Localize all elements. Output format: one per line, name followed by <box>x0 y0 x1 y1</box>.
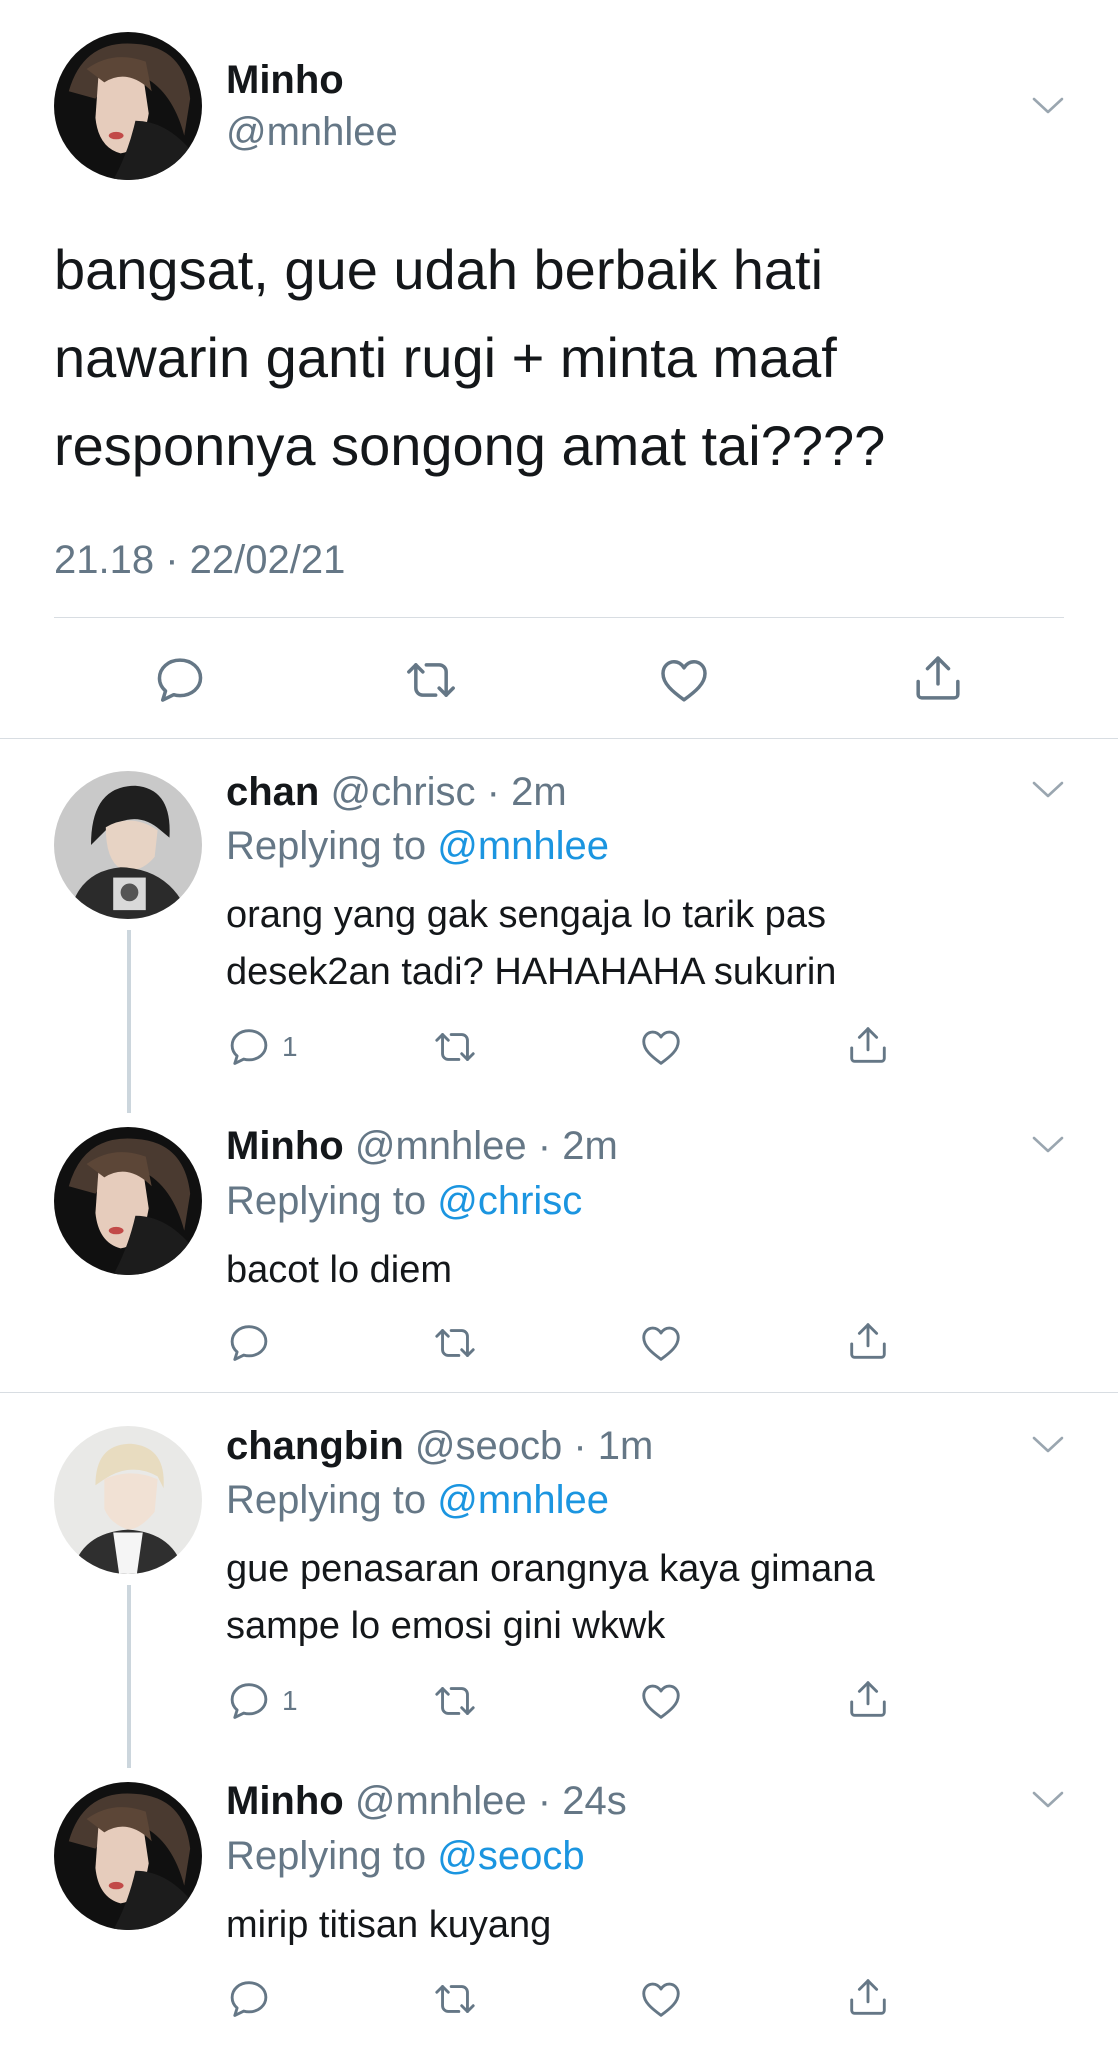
replying-to: Replying to @mnhlee <box>226 824 609 869</box>
author-handle[interactable]: @seocb <box>415 1424 562 1468</box>
reply-time: · 2m <box>537 1124 618 1168</box>
chevron-down-icon[interactable] <box>1031 1135 1065 1155</box>
reply-icon[interactable] <box>226 1976 272 2022</box>
reply-icon[interactable] <box>226 1024 272 1070</box>
reply-icon[interactable] <box>152 652 208 708</box>
share-icon[interactable] <box>845 1676 891 1722</box>
thread-line <box>127 1585 131 1768</box>
author-name[interactable]: Minho <box>226 1124 344 1168</box>
author-handle[interactable]: @mnhlee <box>226 110 398 155</box>
retweet-icon[interactable] <box>403 652 459 708</box>
reply-header: changbin @seocb · 1m <box>226 1424 653 1469</box>
divider <box>0 738 1118 739</box>
reply-text: mirip titisan kuyang <box>226 1897 551 1954</box>
retweet-icon[interactable] <box>432 1976 478 2022</box>
like-icon[interactable] <box>638 1678 684 1724</box>
reply-header: Minho @mnhlee · 24s <box>226 1779 627 1824</box>
reply-text-line: mirip titisan kuyang <box>226 1904 552 1946</box>
author-name[interactable]: chan <box>226 770 319 814</box>
thread-line <box>127 930 131 1113</box>
like-icon[interactable] <box>638 1976 684 2022</box>
reply-text-line: orang yang gak sengaja lo tarik pas <box>226 894 826 936</box>
like-icon[interactable] <box>638 1024 684 1070</box>
share-icon[interactable] <box>845 1974 891 2020</box>
retweet-icon[interactable] <box>432 1678 478 1724</box>
replying-to-link[interactable]: @chrisc <box>437 1179 582 1223</box>
reply-icon[interactable] <box>226 1320 272 1366</box>
avatar[interactable] <box>54 1426 202 1574</box>
reply-icon[interactable] <box>226 1678 272 1724</box>
reply-header: chan @chrisc · 2m <box>226 770 567 815</box>
replying-to: Replying to @chrisc <box>226 1179 582 1224</box>
avatar[interactable] <box>54 1127 202 1275</box>
reply-text-line: bacot lo diem <box>226 1249 453 1291</box>
reply-count: 1 <box>282 1685 298 1716</box>
share-icon[interactable] <box>845 1318 891 1364</box>
share-icon[interactable] <box>910 650 966 706</box>
chevron-down-icon[interactable] <box>1031 1790 1065 1810</box>
share-icon[interactable] <box>845 1022 891 1068</box>
tweet-timestamp[interactable]: 21.18 · 22/02/21 <box>54 538 345 583</box>
replying-label: Replying to <box>226 1179 427 1223</box>
reply-time: · 1m <box>573 1424 654 1468</box>
divider <box>54 617 1064 618</box>
replying-label: Replying to <box>226 824 427 868</box>
replying-to-link[interactable]: @mnhlee <box>437 1478 609 1522</box>
divider <box>0 1392 1118 1393</box>
reply-text: bacot lo diem <box>226 1242 452 1299</box>
tweet-text: bangsat, gue udah berbaik hati nawarin g… <box>54 226 885 490</box>
reply-text-line: gue penasaran orangnya kaya gimana <box>226 1548 875 1590</box>
author-handle[interactable]: @mnhlee <box>355 1779 527 1823</box>
author-name[interactable]: Minho <box>226 1779 344 1823</box>
reply-header: Minho @mnhlee · 2m <box>226 1124 618 1169</box>
retweet-icon[interactable] <box>432 1320 478 1366</box>
chevron-down-icon[interactable] <box>1031 780 1065 800</box>
chevron-down-icon[interactable] <box>1031 96 1065 116</box>
author-handle[interactable]: @chrisc <box>330 770 475 814</box>
author-handle[interactable]: @mnhlee <box>355 1124 527 1168</box>
tweet-text-line: nawarin ganti rugi + minta maaf <box>54 326 837 389</box>
reply-count: 1 <box>282 1031 298 1062</box>
avatar[interactable] <box>54 1782 202 1930</box>
replying-label: Replying to <box>226 1834 427 1878</box>
chevron-down-icon[interactable] <box>1031 1435 1065 1455</box>
reply-text: gue penasaran orangnya kaya gimana sampe… <box>226 1541 875 1655</box>
like-icon[interactable] <box>656 652 712 708</box>
replying-to-link[interactable]: @mnhlee <box>437 824 609 868</box>
avatar[interactable] <box>54 771 202 919</box>
avatar[interactable] <box>54 32 202 180</box>
author-name[interactable]: changbin <box>226 1424 404 1468</box>
reply-text-line: desek2an tadi? HAHAHAHA sukurin <box>226 951 837 993</box>
reply-text-line: sampe lo emosi gini wkwk <box>226 1605 666 1647</box>
replying-to: Replying to @mnhlee <box>226 1478 609 1523</box>
author-name[interactable]: Minho <box>226 58 344 103</box>
like-icon[interactable] <box>638 1320 684 1366</box>
tweet-text-line: responnya songong amat tai???? <box>54 414 886 477</box>
replying-to: Replying to @seocb <box>226 1834 585 1879</box>
reply-time: · 2m <box>486 770 567 814</box>
retweet-icon[interactable] <box>432 1024 478 1070</box>
replying-label: Replying to <box>226 1478 427 1522</box>
tweet-text-line: bangsat, gue udah berbaik hati <box>54 238 824 301</box>
replying-to-link[interactable]: @seocb <box>437 1834 584 1878</box>
reply-time: · 24s <box>537 1779 627 1823</box>
reply-text: orang yang gak sengaja lo tarik pas dese… <box>226 887 836 1001</box>
